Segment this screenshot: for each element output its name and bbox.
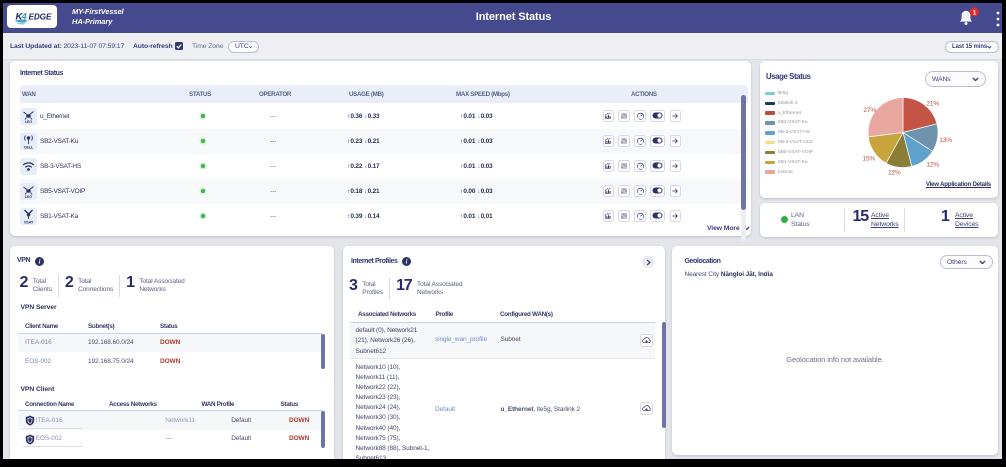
- svg-text:27%: 27%: [863, 107, 876, 114]
- svg-text:12%: 12%: [926, 162, 939, 169]
- svg-text:21%: 21%: [926, 100, 939, 107]
- svg-text:13%: 13%: [939, 137, 952, 144]
- svg-text:VSAT: VSAT: [24, 220, 34, 224]
- svg-text:LEO: LEO: [25, 120, 32, 124]
- svg-text:12%: 12%: [888, 170, 901, 177]
- svg-text:LEO: LEO: [25, 195, 32, 199]
- svg-text:15%: 15%: [862, 156, 875, 163]
- svg-text:i: i: [405, 259, 407, 266]
- svg-text:CELL: CELL: [24, 145, 34, 149]
- svg-text:1: 1: [973, 9, 977, 16]
- svg-text:i: i: [38, 258, 40, 265]
